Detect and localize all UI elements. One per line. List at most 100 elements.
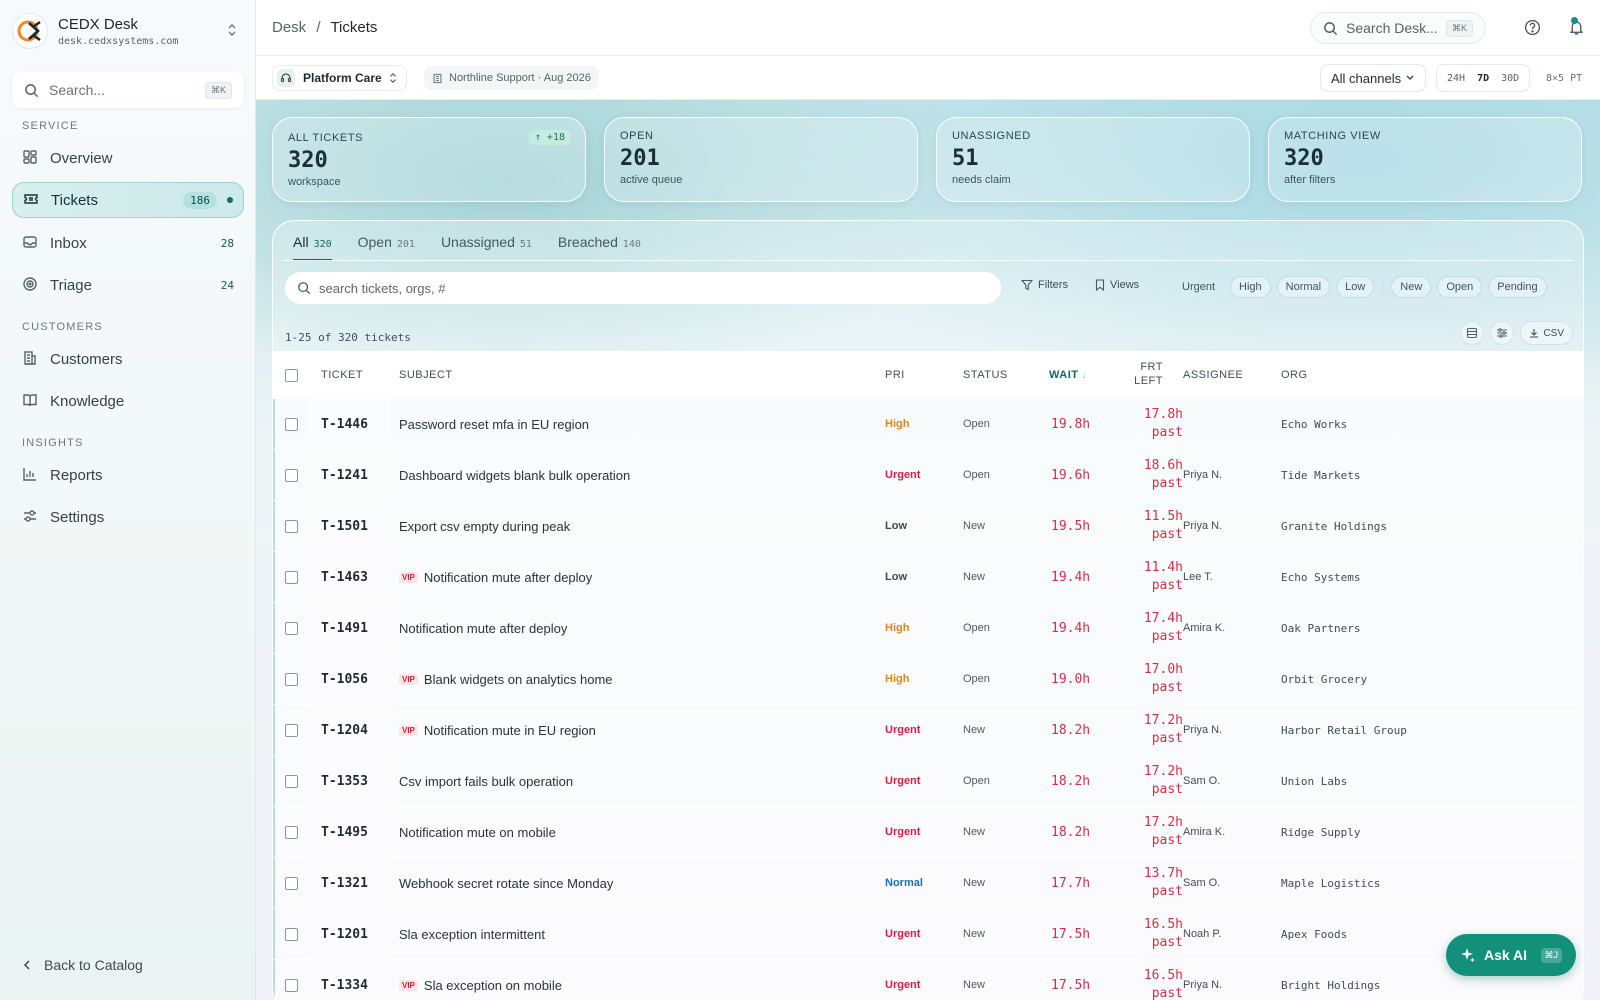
column-settings-button[interactable]	[1490, 321, 1515, 345]
workspace-switcher[interactable]: CEDX Desk desk.cedxsystems.com	[12, 10, 244, 52]
ticket-id[interactable]: T-1353	[321, 774, 368, 789]
range-24h[interactable]: 24H	[1441, 69, 1471, 88]
sidebar-item-tickets[interactable]: Tickets 186	[12, 182, 244, 218]
table-row[interactable]: T-1321 Webhook secret rotate since Monday…	[273, 858, 1583, 909]
filter-pill-pending[interactable]: Pending	[1488, 276, 1547, 298]
org-name[interactable]: Echo Systems	[1281, 571, 1360, 584]
ticket-id[interactable]: T-1241	[321, 468, 368, 483]
ticket-id[interactable]: T-1201	[321, 927, 368, 942]
table-row[interactable]: T-1495 Notification mute on mobile Urgent N…	[273, 807, 1583, 858]
ticket-subject[interactable]: Sla exception intermittent	[399, 927, 545, 942]
row-checkbox[interactable]	[285, 621, 298, 635]
filter-pill-low[interactable]: Low	[1336, 276, 1375, 298]
ticket-subject[interactable]: VIP Notification mute in EU region	[399, 723, 596, 738]
ticket-id[interactable]: T-1334	[321, 978, 368, 993]
sidebar-item-inbox[interactable]: Inbox 28	[12, 225, 244, 261]
global-search[interactable]: Search Desk... ⌘K	[1310, 12, 1486, 44]
tab-breached[interactable]: Breached 140	[558, 234, 641, 261]
export-csv-button[interactable]: CSV	[1520, 321, 1573, 345]
col-subject[interactable]: SUBJECT	[399, 369, 453, 381]
row-checkbox[interactable]	[285, 468, 298, 482]
tab-unassigned[interactable]: Unassigned 51	[441, 234, 532, 261]
table-row[interactable]: T-1463 VIP Notification mute after deploy L…	[273, 552, 1583, 603]
density-toggle-button[interactable]	[1460, 321, 1485, 345]
views-button[interactable]: Views	[1095, 279, 1139, 291]
assignee-name[interactable]: Lee T.	[1183, 571, 1213, 583]
org-name[interactable]: Orbit Grocery	[1281, 673, 1367, 686]
tab-all[interactable]: All 320	[293, 234, 332, 261]
row-checkbox[interactable]	[285, 927, 298, 941]
table-row[interactable]: T-1241 Dashboard widgets blank bulk opera…	[273, 450, 1583, 501]
ticket-subject[interactable]: VIP Sla exception on mobile	[399, 978, 562, 993]
row-checkbox[interactable]	[285, 978, 298, 992]
range-7d[interactable]: 7D	[1471, 69, 1495, 88]
table-row[interactable]: T-1334 VIP Sla exception on mobile Urgent Ne…	[273, 960, 1583, 1000]
org-name[interactable]: Maple Logistics	[1281, 877, 1380, 890]
org-name[interactable]: Granite Holdings	[1281, 520, 1387, 533]
ticket-subject[interactable]: VIP Blank widgets on analytics home	[399, 672, 613, 687]
filter-pill-open[interactable]: Open	[1437, 276, 1483, 298]
row-checkbox[interactable]	[285, 723, 298, 737]
breadcrumb-root[interactable]: Desk	[272, 19, 306, 36]
sidebar-item-settings[interactable]: Settings	[12, 499, 244, 535]
assignee-name[interactable]: Priya N.	[1183, 520, 1222, 532]
sidebar-item-triage[interactable]: Triage 24	[12, 267, 244, 303]
ticket-subject[interactable]: Csv import fails bulk operation	[399, 774, 573, 789]
org-name[interactable]: Bright Holdings	[1281, 979, 1380, 992]
org-name[interactable]: Harbor Retail Group	[1281, 724, 1407, 737]
col-org[interactable]: ORG	[1281, 369, 1308, 381]
ticket-id[interactable]: T-1321	[321, 876, 368, 891]
sidebar-search[interactable]: Search... ⌘K	[12, 72, 244, 108]
table-row[interactable]: T-1056 VIP Blank widgets on analytics home…	[273, 654, 1583, 705]
filter-pill-normal[interactable]: Normal	[1276, 276, 1331, 298]
row-checkbox[interactable]	[285, 876, 298, 890]
org-name[interactable]: Oak Partners	[1281, 622, 1360, 635]
assignee-name[interactable]: Priya N.	[1183, 469, 1222, 481]
filter-pill-high[interactable]: High	[1230, 276, 1271, 298]
ask-ai-button[interactable]: Ask AI ⌘J	[1446, 934, 1576, 976]
sidebar-item-overview[interactable]: Overview	[12, 140, 244, 176]
ticket-id[interactable]: T-1204	[321, 723, 368, 738]
ticket-search-input[interactable]: search tickets, orgs, #	[285, 272, 1001, 304]
table-row[interactable]: T-1353 Csv import fails bulk operation Urg…	[273, 756, 1583, 807]
channel-select[interactable]: All channels	[1320, 64, 1426, 92]
col-wait[interactable]: WAIT ↓	[1049, 369, 1087, 381]
assignee-name[interactable]: Priya N.	[1183, 979, 1222, 991]
assignee-name[interactable]: Sam O.	[1183, 877, 1220, 889]
ticket-subject[interactable]: Webhook secret rotate since Monday	[399, 876, 613, 891]
org-name[interactable]: Echo Works	[1281, 418, 1347, 431]
assignee-name[interactable]: Sam O.	[1183, 775, 1220, 787]
col-ticket[interactable]: TICKET	[321, 369, 363, 381]
ticket-subject[interactable]: Password reset mfa in EU region	[399, 417, 589, 432]
ticket-id[interactable]: T-1056	[321, 672, 368, 687]
row-checkbox[interactable]	[285, 672, 298, 686]
col-frt-left[interactable]: FRT LEFT	[1103, 360, 1163, 388]
assignee-name[interactable]: Noah P.	[1183, 928, 1221, 940]
row-checkbox[interactable]	[285, 519, 298, 533]
assignee-name[interactable]: Priya N.	[1183, 724, 1222, 736]
sidebar-item-reports[interactable]: Reports	[12, 457, 244, 493]
select-all-checkbox[interactable]	[285, 368, 298, 382]
org-name[interactable]: Tide Markets	[1281, 469, 1360, 482]
sidebar-item-customers[interactable]: Customers	[12, 341, 244, 377]
col-status[interactable]: STATUS	[963, 369, 1008, 381]
filter-pill-urgent[interactable]: Urgent	[1173, 276, 1224, 298]
ticket-subject[interactable]: Dashboard widgets blank bulk operation	[399, 468, 630, 483]
ticket-subject[interactable]: VIP Notification mute after deploy	[399, 570, 592, 585]
ticket-id[interactable]: T-1463	[321, 570, 368, 585]
help-icon[interactable]	[1524, 19, 1541, 36]
filter-pill-new[interactable]: New	[1391, 276, 1432, 298]
ticket-id[interactable]: T-1446	[321, 417, 368, 432]
ticket-id[interactable]: T-1495	[321, 825, 368, 840]
ticket-id[interactable]: T-1501	[321, 519, 368, 534]
table-row[interactable]: T-1201 Sla exception intermittent Urgent Ne…	[273, 909, 1583, 960]
sidebar-item-knowledge[interactable]: Knowledge	[12, 383, 244, 419]
row-checkbox[interactable]	[285, 825, 298, 839]
col-pri[interactable]: PRI	[885, 369, 905, 381]
row-checkbox[interactable]	[285, 774, 298, 788]
back-to-catalog-link[interactable]: Back to Catalog	[22, 957, 143, 973]
range-30d[interactable]: 30D	[1495, 69, 1525, 88]
col-assignee[interactable]: ASSIGNEE	[1183, 369, 1243, 381]
table-row[interactable]: T-1204 VIP Notification mute in EU region U…	[273, 705, 1583, 756]
ticket-subject[interactable]: Notification mute on mobile	[399, 825, 556, 840]
